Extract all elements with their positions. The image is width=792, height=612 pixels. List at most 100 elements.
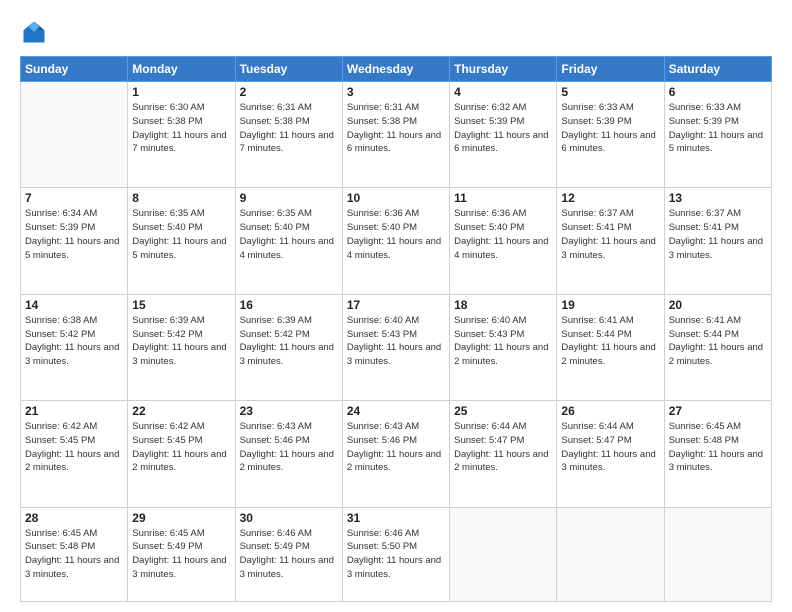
day-number: 30 — [240, 511, 338, 525]
day-info: Sunrise: 6:42 AMSunset: 5:45 PMDaylight:… — [25, 420, 123, 475]
day-info: Sunrise: 6:40 AMSunset: 5:43 PMDaylight:… — [347, 314, 445, 369]
calendar-cell: 21 Sunrise: 6:42 AMSunset: 5:45 PMDayligh… — [21, 401, 128, 507]
calendar-cell: 13 Sunrise: 6:37 AMSunset: 5:41 PMDayligh… — [664, 188, 771, 294]
day-number: 27 — [669, 404, 767, 418]
day-info: Sunrise: 6:30 AMSunset: 5:38 PMDaylight:… — [132, 101, 230, 156]
calendar-cell: 17 Sunrise: 6:40 AMSunset: 5:43 PMDayligh… — [342, 294, 449, 400]
day-info: Sunrise: 6:33 AMSunset: 5:39 PMDaylight:… — [561, 101, 659, 156]
day-number: 2 — [240, 85, 338, 99]
calendar-cell: 3 Sunrise: 6:31 AMSunset: 5:38 PMDaylight… — [342, 82, 449, 188]
weekday-header: Thursday — [450, 57, 557, 82]
weekday-header: Friday — [557, 57, 664, 82]
day-info: Sunrise: 6:40 AMSunset: 5:43 PMDaylight:… — [454, 314, 552, 369]
calendar-cell: 31Sunrise: 6:46 AMSunset: 5:50 PMDayligh… — [342, 507, 449, 601]
day-info: Sunrise: 6:32 AMSunset: 5:39 PMDaylight:… — [454, 101, 552, 156]
day-info: Sunrise: 6:39 AMSunset: 5:42 PMDaylight:… — [240, 314, 338, 369]
day-info: Sunrise: 6:45 AMSunset: 5:49 PMDaylight:… — [132, 527, 230, 582]
calendar-cell: 22 Sunrise: 6:42 AMSunset: 5:45 PMDayligh… — [128, 401, 235, 507]
day-info: Sunrise: 6:31 AMSunset: 5:38 PMDaylight:… — [347, 101, 445, 156]
day-number: 24 — [347, 404, 445, 418]
day-number: 26 — [561, 404, 659, 418]
calendar-cell — [557, 507, 664, 601]
calendar: SundayMondayTuesdayWednesdayThursdayFrid… — [20, 56, 772, 602]
calendar-cell: 6 Sunrise: 6:33 AMSunset: 5:39 PMDaylight… — [664, 82, 771, 188]
page: SundayMondayTuesdayWednesdayThursdayFrid… — [0, 0, 792, 612]
calendar-cell: 18 Sunrise: 6:40 AMSunset: 5:43 PMDayligh… — [450, 294, 557, 400]
calendar-cell: 12Sunrise: 6:37 AMSunset: 5:41 PMDayligh… — [557, 188, 664, 294]
day-number: 11 — [454, 191, 552, 205]
calendar-cell: 8Sunrise: 6:35 AMSunset: 5:40 PMDaylight… — [128, 188, 235, 294]
day-number: 25 — [454, 404, 552, 418]
day-number: 17 — [347, 298, 445, 312]
calendar-cell: 9 Sunrise: 6:35 AMSunset: 5:40 PMDaylight… — [235, 188, 342, 294]
calendar-cell: 24 Sunrise: 6:43 AMSunset: 5:46 PMDayligh… — [342, 401, 449, 507]
day-info: Sunrise: 6:45 AMSunset: 5:48 PMDaylight:… — [25, 527, 123, 582]
calendar-cell: 25 Sunrise: 6:44 AMSunset: 5:47 PMDayligh… — [450, 401, 557, 507]
day-info: Sunrise: 6:41 AMSunset: 5:44 PMDaylight:… — [561, 314, 659, 369]
calendar-cell — [21, 82, 128, 188]
day-number: 10 — [347, 191, 445, 205]
day-info: Sunrise: 6:45 AMSunset: 5:48 PMDaylight:… — [669, 420, 767, 475]
day-info: Sunrise: 6:35 AMSunset: 5:40 PMDaylight:… — [240, 207, 338, 262]
day-number: 20 — [669, 298, 767, 312]
day-info: Sunrise: 6:41 AMSunset: 5:44 PMDaylight:… — [669, 314, 767, 369]
logo-icon — [20, 18, 48, 46]
day-number: 12 — [561, 191, 659, 205]
day-number: 1 — [132, 85, 230, 99]
day-number: 23 — [240, 404, 338, 418]
logo — [20, 18, 52, 46]
calendar-cell: 7 Sunrise: 6:34 AMSunset: 5:39 PMDaylight… — [21, 188, 128, 294]
day-info: Sunrise: 6:38 AMSunset: 5:42 PMDaylight:… — [25, 314, 123, 369]
day-info: Sunrise: 6:46 AMSunset: 5:49 PMDaylight:… — [240, 527, 338, 582]
day-number: 8 — [132, 191, 230, 205]
day-number: 7 — [25, 191, 123, 205]
calendar-cell: 23 Sunrise: 6:43 AMSunset: 5:46 PMDayligh… — [235, 401, 342, 507]
day-info: Sunrise: 6:37 AMSunset: 5:41 PMDaylight:… — [669, 207, 767, 262]
calendar-cell: 29 Sunrise: 6:45 AMSunset: 5:49 PMDayligh… — [128, 507, 235, 601]
calendar-cell: 27 Sunrise: 6:45 AMSunset: 5:48 PMDayligh… — [664, 401, 771, 507]
weekday-header: Saturday — [664, 57, 771, 82]
day-info: Sunrise: 6:44 AMSunset: 5:47 PMDaylight:… — [454, 420, 552, 475]
day-number: 22 — [132, 404, 230, 418]
day-number: 5 — [561, 85, 659, 99]
day-number: 19 — [561, 298, 659, 312]
header — [20, 18, 772, 46]
weekday-header: Tuesday — [235, 57, 342, 82]
day-number: 28 — [25, 511, 123, 525]
day-info: Sunrise: 6:44 AMSunset: 5:47 PMDaylight:… — [561, 420, 659, 475]
day-number: 21 — [25, 404, 123, 418]
calendar-cell — [450, 507, 557, 601]
calendar-cell — [664, 507, 771, 601]
day-info: Sunrise: 6:34 AMSunset: 5:39 PMDaylight:… — [25, 207, 123, 262]
calendar-cell: 5 Sunrise: 6:33 AMSunset: 5:39 PMDaylight… — [557, 82, 664, 188]
calendar-cell: 4 Sunrise: 6:32 AMSunset: 5:39 PMDaylight… — [450, 82, 557, 188]
day-info: Sunrise: 6:43 AMSunset: 5:46 PMDaylight:… — [347, 420, 445, 475]
day-number: 16 — [240, 298, 338, 312]
calendar-cell: 26 Sunrise: 6:44 AMSunset: 5:47 PMDayligh… — [557, 401, 664, 507]
weekday-header: Wednesday — [342, 57, 449, 82]
day-number: 9 — [240, 191, 338, 205]
calendar-cell: 20 Sunrise: 6:41 AMSunset: 5:44 PMDayligh… — [664, 294, 771, 400]
calendar-cell: 28 Sunrise: 6:45 AMSunset: 5:48 PMDayligh… — [21, 507, 128, 601]
day-number: 3 — [347, 85, 445, 99]
weekday-header: Sunday — [21, 57, 128, 82]
calendar-cell: 16 Sunrise: 6:39 AMSunset: 5:42 PMDayligh… — [235, 294, 342, 400]
day-info: Sunrise: 6:36 AMSunset: 5:40 PMDaylight:… — [347, 207, 445, 262]
day-number: 18 — [454, 298, 552, 312]
calendar-cell: 2 Sunrise: 6:31 AMSunset: 5:38 PMDaylight… — [235, 82, 342, 188]
day-number: 15 — [132, 298, 230, 312]
day-number: 4 — [454, 85, 552, 99]
day-number: 14 — [25, 298, 123, 312]
day-info: Sunrise: 6:42 AMSunset: 5:45 PMDaylight:… — [132, 420, 230, 475]
calendar-cell: 15Sunrise: 6:39 AMSunset: 5:42 PMDayligh… — [128, 294, 235, 400]
day-number: 13 — [669, 191, 767, 205]
calendar-cell: 1 Sunrise: 6:30 AMSunset: 5:38 PMDaylight… — [128, 82, 235, 188]
day-info: Sunrise: 6:43 AMSunset: 5:46 PMDaylight:… — [240, 420, 338, 475]
day-number: 6 — [669, 85, 767, 99]
day-info: Sunrise: 6:31 AMSunset: 5:38 PMDaylight:… — [240, 101, 338, 156]
weekday-header: Monday — [128, 57, 235, 82]
day-number: 29 — [132, 511, 230, 525]
day-number: 31 — [347, 511, 445, 525]
calendar-cell: 19 Sunrise: 6:41 AMSunset: 5:44 PMDayligh… — [557, 294, 664, 400]
day-info: Sunrise: 6:33 AMSunset: 5:39 PMDaylight:… — [669, 101, 767, 156]
